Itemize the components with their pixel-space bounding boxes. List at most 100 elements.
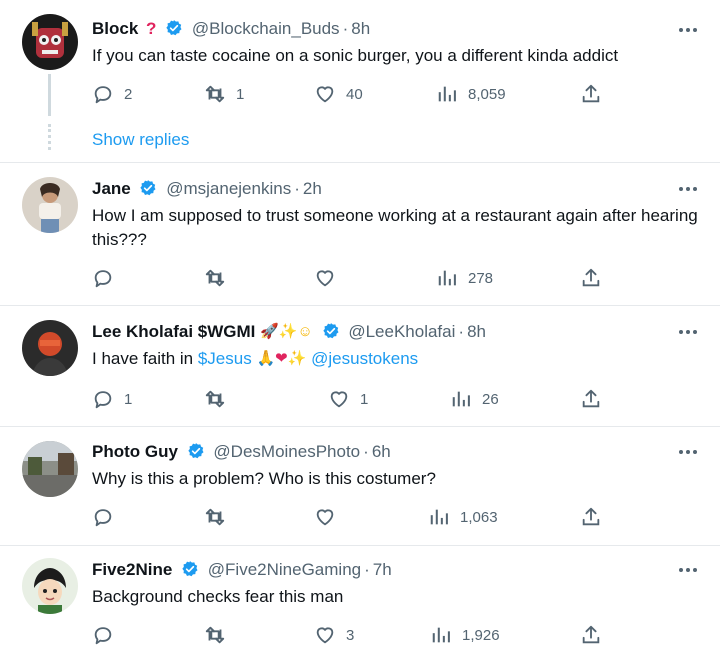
- retweet-icon: [204, 83, 226, 105]
- like-button[interactable]: 1: [328, 387, 368, 411]
- sparkles-emoji-icon: ✨: [287, 350, 307, 367]
- tweet-five2nine[interactable]: Five2Nine @Five2NineGaming · 7h Background…: [0, 546, 720, 662]
- retweet-icon: [204, 388, 226, 410]
- handle[interactable]: @DesMoinesPhoto: [213, 442, 360, 461]
- reply-count: 1: [124, 390, 133, 408]
- share-button[interactable]: [580, 623, 602, 647]
- views-count: 8,059: [468, 85, 506, 103]
- verified-badge-icon: [187, 442, 205, 460]
- tweet-header: Photo Guy @DesMoinesPhoto · 6h: [92, 442, 391, 462]
- question-mark: ?: [146, 19, 157, 38]
- views-button[interactable]: 1,926: [430, 623, 500, 647]
- share-icon: [580, 506, 602, 528]
- share-button[interactable]: [580, 387, 602, 411]
- views-count: 1,926: [462, 626, 500, 644]
- timestamp[interactable]: 2h: [303, 179, 322, 198]
- more-icon[interactable]: [678, 27, 698, 33]
- reply-icon: [92, 506, 114, 528]
- retweet-button[interactable]: [204, 387, 236, 411]
- tweet-photo-guy[interactable]: Photo Guy @DesMoinesPhoto · 6h Why is this…: [0, 427, 720, 545]
- tweet-text: I have faith in $Jesus 🙏❤✨ @jesustokens: [92, 347, 702, 371]
- sparkles-emoji-icon: ✨: [278, 323, 298, 340]
- reply-button[interactable]: 2: [92, 82, 132, 106]
- reply-button[interactable]: [92, 266, 124, 290]
- handle[interactable]: @msjanejenkins: [166, 179, 291, 198]
- reply-icon: [92, 624, 114, 646]
- retweet-count: 1: [236, 85, 245, 103]
- separator-dot: ·: [364, 560, 370, 579]
- retweet-icon: [204, 267, 226, 289]
- views-icon: [436, 83, 458, 105]
- share-icon: [580, 388, 602, 410]
- handle[interactable]: @Blockchain_Buds: [192, 19, 340, 38]
- tweet-header: Jane @msjanejenkins · 2h: [92, 179, 322, 199]
- reply-icon: [92, 83, 114, 105]
- tweet-header: Block ? @Blockchain_Buds · 8h: [92, 19, 370, 39]
- like-button[interactable]: [314, 505, 346, 529]
- more-icon[interactable]: [678, 329, 698, 335]
- separator-dot: ·: [342, 19, 349, 38]
- retweet-button[interactable]: [204, 505, 236, 529]
- heart-icon: [328, 388, 350, 410]
- more-icon[interactable]: [678, 186, 698, 192]
- more-icon[interactable]: [678, 449, 698, 455]
- views-count: 1,063: [460, 508, 498, 526]
- display-name[interactable]: Photo Guy: [92, 442, 178, 461]
- tweet-lee[interactable]: Lee Kholafai $WGMI 🚀✨☺ @LeeKholafai · 8h I…: [0, 306, 720, 426]
- avatar[interactable]: [22, 177, 78, 233]
- display-name[interactable]: Jane: [92, 179, 131, 198]
- timestamp[interactable]: 7h: [373, 560, 392, 579]
- tweet-header: Lee Kholafai $WGMI 🚀✨☺ @LeeKholafai · 8h: [92, 322, 486, 342]
- text-prefix: I have faith in: [92, 349, 198, 368]
- timestamp[interactable]: 8h: [351, 19, 370, 38]
- retweet-icon: [204, 506, 226, 528]
- views-button[interactable]: 1,063: [428, 505, 498, 529]
- reply-button[interactable]: 1: [92, 387, 132, 411]
- share-icon: [580, 624, 602, 646]
- tweet-text: If you can taste cocaine on a sonic burg…: [92, 46, 619, 65]
- views-icon: [436, 267, 458, 289]
- verified-badge-icon: [139, 179, 157, 197]
- separator-dot: ·: [458, 322, 465, 341]
- retweet-button[interactable]: [204, 623, 236, 647]
- display-name[interactable]: Five2Nine: [92, 560, 172, 579]
- avatar[interactable]: [22, 320, 78, 376]
- mention-link[interactable]: @jesustokens: [311, 349, 418, 368]
- retweet-button[interactable]: [204, 266, 236, 290]
- avatar[interactable]: [22, 14, 78, 70]
- action-bar: 278: [92, 266, 612, 290]
- heart-icon: [314, 624, 336, 646]
- like-button[interactable]: 40: [314, 82, 363, 106]
- like-button[interactable]: [314, 266, 346, 290]
- reply-icon: [92, 388, 114, 410]
- cashtag-link[interactable]: $Jesus: [198, 349, 252, 368]
- views-button[interactable]: 8,059: [436, 82, 506, 106]
- thread-line: [48, 74, 51, 116]
- display-name[interactable]: Block: [92, 19, 138, 38]
- more-icon[interactable]: [678, 567, 698, 573]
- timestamp[interactable]: 6h: [372, 442, 391, 461]
- handle[interactable]: @LeeKholafai: [348, 322, 455, 341]
- retweet-icon: [204, 624, 226, 646]
- avatar[interactable]: [22, 558, 78, 614]
- reply-icon: [92, 267, 114, 289]
- like-button[interactable]: 3: [314, 623, 354, 647]
- timestamp[interactable]: 8h: [467, 322, 486, 341]
- tweet-block[interactable]: Block ? @Blockchain_Buds · 8h If you can t…: [0, 0, 720, 162]
- share-button[interactable]: [580, 505, 602, 529]
- avatar[interactable]: [22, 441, 78, 497]
- handle[interactable]: @Five2NineGaming: [208, 560, 361, 579]
- reply-button[interactable]: [92, 623, 124, 647]
- tweet-jane[interactable]: Jane @msjanejenkins · 2h How I am supposed…: [0, 163, 720, 305]
- views-button[interactable]: 278: [436, 266, 493, 290]
- show-replies-link[interactable]: Show replies: [92, 130, 189, 150]
- views-button[interactable]: 26: [450, 387, 499, 411]
- share-icon: [580, 83, 602, 105]
- share-button[interactable]: [580, 266, 602, 290]
- share-button[interactable]: [580, 82, 602, 106]
- reply-button[interactable]: [92, 505, 124, 529]
- display-name[interactable]: Lee Kholafai $WGMI: [92, 322, 255, 341]
- retweet-button[interactable]: 1: [204, 82, 244, 106]
- tweet-header: Five2Nine @Five2NineGaming · 7h: [92, 560, 392, 580]
- action-bar: 2 1 40 8,059: [92, 82, 612, 106]
